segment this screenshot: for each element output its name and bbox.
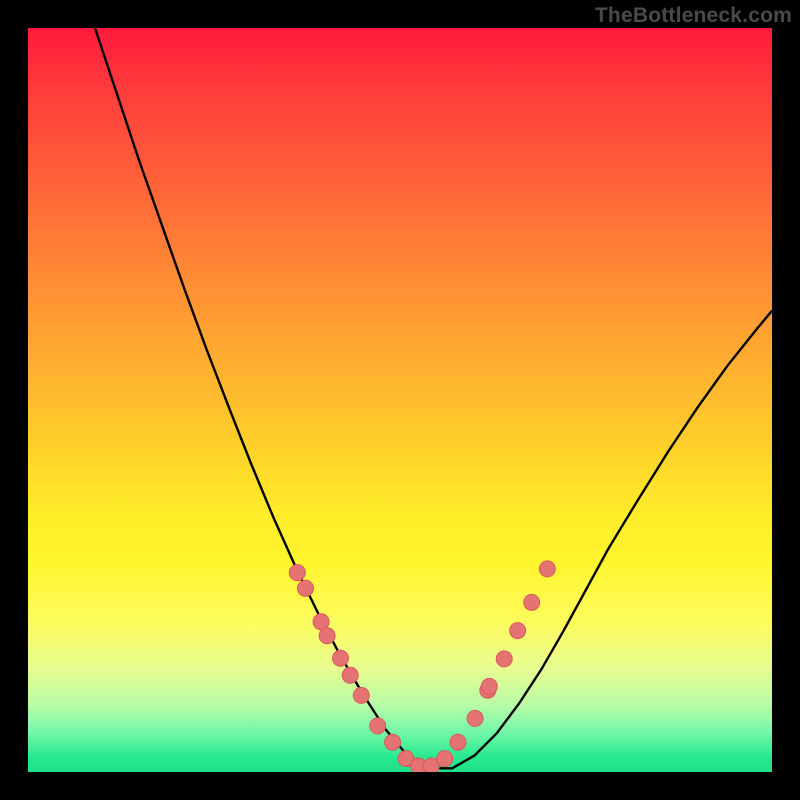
marker-dot: [289, 565, 305, 581]
marker-dot: [437, 751, 453, 767]
bottleneck-curve: [95, 28, 772, 768]
marker-dot: [450, 734, 466, 750]
marker-dot: [524, 594, 540, 610]
marker-dot: [496, 651, 512, 667]
chart-svg: [28, 28, 772, 772]
marker-dot: [353, 687, 369, 703]
marker-dot: [342, 667, 358, 683]
marker-dot: [385, 734, 401, 750]
marker-dot: [298, 580, 314, 596]
marker-dot: [313, 614, 329, 630]
chart-frame: [28, 28, 772, 772]
plot-area: [28, 28, 772, 772]
curve-path: [95, 28, 772, 768]
marker-dots: [289, 561, 555, 772]
marker-dot: [370, 718, 386, 734]
marker-dot: [319, 628, 335, 644]
marker-dot: [467, 710, 483, 726]
marker-dot: [333, 650, 349, 666]
marker-dot: [481, 678, 497, 694]
watermark-text: TheBottleneck.com: [595, 4, 792, 28]
marker-dot: [510, 623, 526, 639]
marker-dot: [539, 561, 555, 577]
